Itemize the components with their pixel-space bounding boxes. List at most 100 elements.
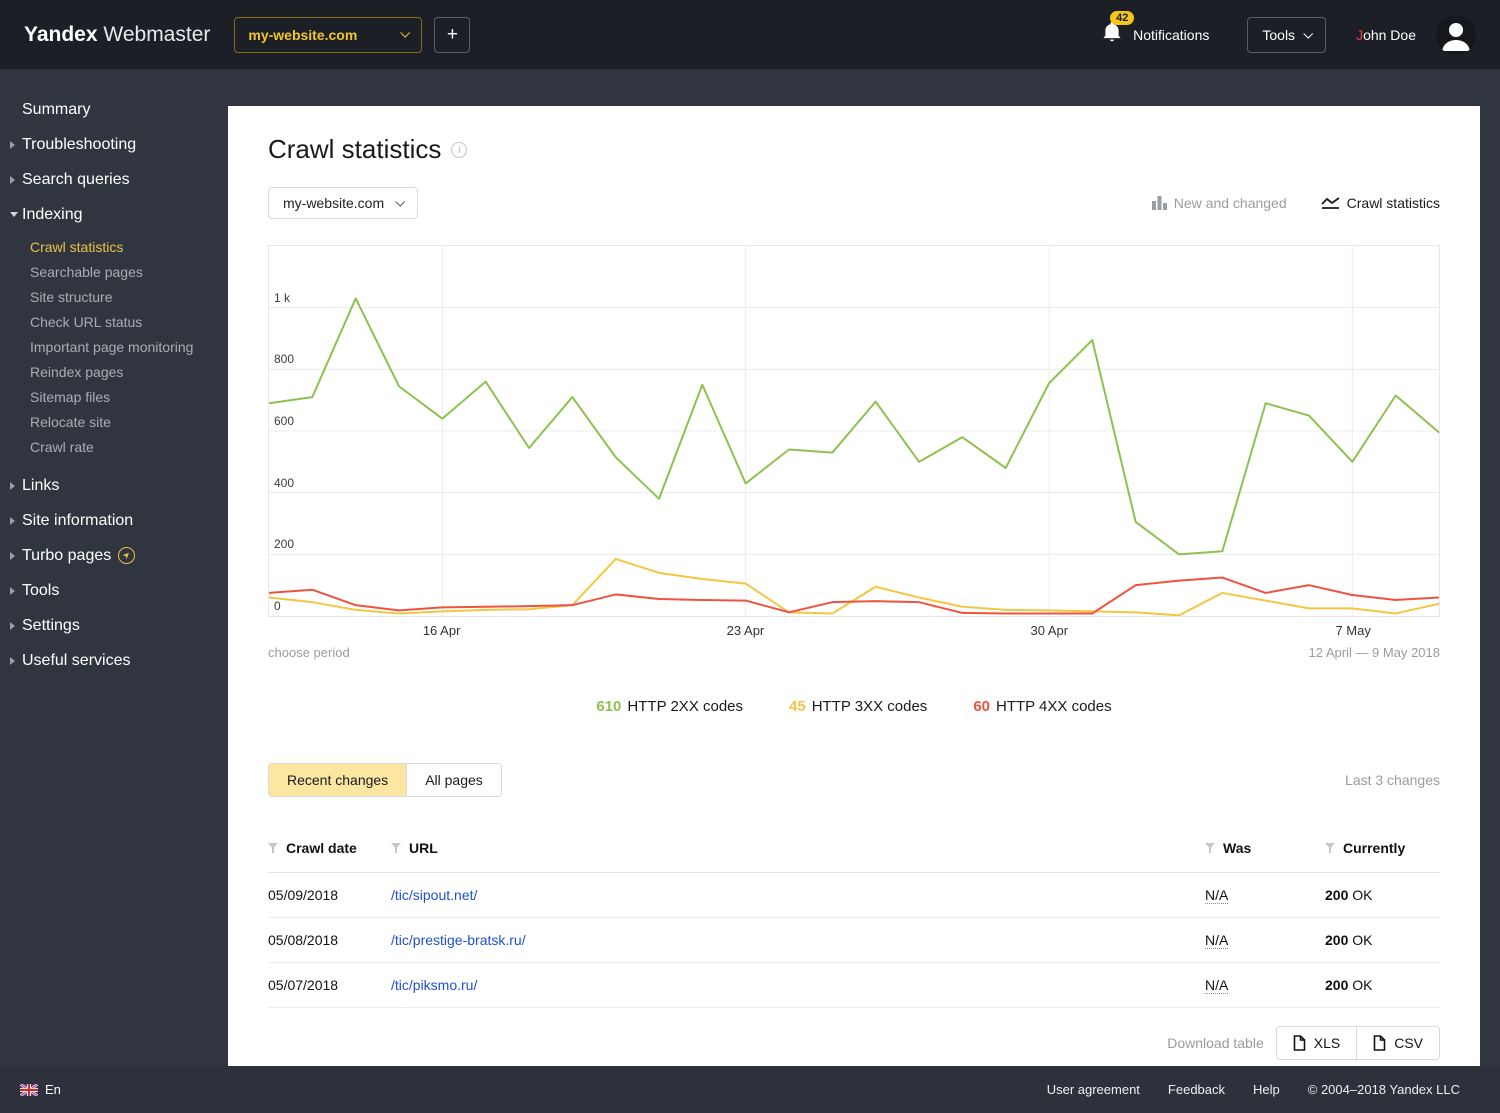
sidebar-item-site-structure[interactable]: Site structure — [0, 285, 228, 310]
filter-icon[interactable] — [391, 840, 401, 856]
download-csv-button[interactable]: CSV — [1356, 1027, 1439, 1059]
cell-status-text: OK — [1352, 932, 1373, 948]
sidebar-item-site-information[interactable]: Site information — [0, 503, 228, 538]
table-header-row: Crawl date URL Was Currently — [268, 823, 1440, 873]
cell-crawl-date: 05/09/2018 — [268, 887, 339, 903]
sidebar-item-settings[interactable]: Settings — [0, 608, 228, 643]
collapsed-arrow-icon — [10, 140, 15, 149]
collapsed-arrow-icon — [10, 656, 15, 665]
sidebar-item-important-page-monitoring[interactable]: Important page monitoring — [0, 335, 228, 360]
x-axis-tick-label: 23 Apr — [726, 623, 765, 638]
cell-url-link[interactable]: /tic/prestige-bratsk.ru/ — [391, 932, 526, 948]
language-switcher[interactable]: En — [20, 1082, 61, 1097]
chevron-down-icon — [400, 27, 411, 38]
sidebar-item-search-queries[interactable]: Search queries — [0, 162, 228, 197]
avatar[interactable] — [1436, 14, 1476, 55]
sidebar-item-check-url-status[interactable]: Check URL status — [0, 310, 228, 335]
main-content-card: Crawl statistics i my-website.com New an… — [228, 106, 1480, 1066]
toggle-new-and-changed[interactable]: New and changed — [1151, 195, 1287, 211]
header-crawl-date: Crawl date — [286, 839, 357, 856]
tools-button-label: Tools — [1262, 26, 1296, 43]
expanded-arrow-icon — [10, 212, 18, 217]
info-icon[interactable]: i — [451, 141, 468, 158]
footer-link-user-agreement[interactable]: User agreement — [1047, 1082, 1140, 1097]
uk-flag-icon — [20, 1083, 38, 1096]
cell-was-value[interactable]: N/A — [1205, 932, 1229, 949]
chevron-down-icon — [1303, 28, 1314, 39]
user-name[interactable]: John Doe — [1356, 27, 1416, 43]
header-currently: Currently — [1343, 839, 1406, 856]
cell-url-link[interactable]: /tic/piksmo.ru/ — [391, 977, 477, 993]
sidebar-item-relocate-site[interactable]: Relocate site — [0, 410, 228, 435]
cell-crawl-date: 05/07/2018 — [268, 977, 339, 993]
sidebar-item-tools[interactable]: Tools — [0, 573, 228, 608]
cell-was-value[interactable]: N/A — [1205, 977, 1229, 994]
cell-status-code: 200 — [1325, 887, 1349, 903]
table-row: 05/09/2018 /tic/sipout.net/ N/A 200 OK — [268, 873, 1440, 918]
sidebar-item-searchable-pages[interactable]: Searchable pages — [0, 260, 228, 285]
notifications-count-badge: 42 — [1110, 11, 1135, 25]
notifications-bell[interactable]: 42 — [1101, 11, 1135, 49]
notifications-label[interactable]: Notifications — [1133, 27, 1209, 43]
footer-link-help[interactable]: Help — [1253, 1082, 1280, 1097]
collapsed-arrow-icon — [10, 516, 15, 525]
footer: En User agreement Feedback Help © 2004–2… — [0, 1066, 1500, 1113]
add-site-button[interactable]: + — [434, 16, 471, 53]
sidebar-item-crawl-rate[interactable]: Crawl rate — [0, 435, 228, 460]
period-range: 12 April — 9 May 2018 — [1308, 645, 1440, 660]
filter-icon[interactable] — [1205, 840, 1215, 856]
filter-icon[interactable] — [1325, 840, 1335, 856]
topbar-site-selector[interactable]: my-website.com — [234, 16, 423, 53]
filter-icon[interactable] — [268, 840, 278, 856]
sidebar-item-crawl-statistics[interactable]: Crawl statistics — [0, 235, 228, 260]
content-site-selector[interactable]: my-website.com — [268, 187, 419, 219]
tab-all-pages[interactable]: All pages — [406, 764, 501, 796]
collapsed-arrow-icon — [10, 621, 15, 630]
y-axis-tick-label: 0 — [274, 599, 281, 613]
y-axis-tick-label: 200 — [274, 537, 295, 552]
y-axis-tick-label: 800 — [274, 352, 295, 367]
cell-was-value[interactable]: N/A — [1205, 887, 1229, 904]
sidebar-item-summary[interactable]: Summary — [0, 92, 228, 127]
sidebar-item-troubleshooting[interactable]: Troubleshooting — [0, 127, 228, 162]
person-icon — [1436, 14, 1476, 55]
chart-plot-area[interactable]: 1 k 800 600 400 200 0 — [268, 245, 1440, 617]
tools-button[interactable]: Tools — [1247, 16, 1327, 53]
legend-item-3xx: 45 HTTP 3XX codes — [789, 698, 928, 715]
collapsed-arrow-icon — [10, 586, 15, 595]
x-axis-tick-label: 30 Apr — [1030, 623, 1069, 638]
sidebar-indexing-children: Crawl statistics Searchable pages Site s… — [0, 232, 228, 468]
plus-icon: + — [446, 23, 458, 45]
sidebar-item-links[interactable]: Links — [0, 468, 228, 503]
page-title: Crawl statistics — [268, 134, 442, 164]
sidebar-item-reindex-pages[interactable]: Reindex pages — [0, 360, 228, 385]
cell-url-link[interactable]: /tic/sipout.net/ — [391, 887, 477, 903]
chart-legend: 610 HTTP 2XX codes 45 HTTP 3XX codes 60 HTT… — [268, 698, 1440, 715]
tab-recent-changes[interactable]: Recent changes — [269, 764, 407, 796]
collapsed-arrow-icon — [10, 551, 15, 560]
footer-link-feedback[interactable]: Feedback — [1168, 1082, 1225, 1097]
table-row: 05/07/2018 /tic/piksmo.ru/ N/A 200 OK — [268, 963, 1440, 1008]
sidebar-item-indexing[interactable]: Indexing — [0, 197, 228, 232]
file-icon — [1373, 1035, 1386, 1051]
line-chart-icon — [1321, 197, 1340, 209]
toggle-crawl-statistics[interactable]: Crawl statistics — [1321, 195, 1440, 211]
collapsed-arrow-icon — [10, 175, 15, 184]
legend-value-3xx: 45 — [789, 698, 806, 715]
logo-yandex: Yandex — [24, 22, 98, 46]
content-site-selector-value: my-website.com — [283, 195, 385, 211]
sidebar-item-turbo-pages[interactable]: Turbo pages ➤ — [0, 538, 228, 573]
legend-value-4xx: 60 — [973, 698, 990, 715]
sidebar-item-sitemap-files[interactable]: Sitemap files — [0, 385, 228, 410]
download-xls-button[interactable]: XLS — [1276, 1027, 1357, 1059]
table-row: 05/08/2018 /tic/prestige-bratsk.ru/ N/A … — [268, 918, 1440, 963]
sidebar-item-useful-services[interactable]: Useful services — [0, 643, 228, 678]
topbar: Yandex Webmaster my-website.com + 42 Not… — [0, 0, 1500, 70]
footer-copyright: © 2004–2018 Yandex LLC — [1307, 1082, 1460, 1097]
cell-status-text: OK — [1352, 887, 1373, 903]
bar-chart-icon — [1151, 196, 1167, 210]
choose-period-link[interactable]: choose period — [268, 645, 350, 660]
legend-item-4xx: 60 HTTP 4XX codes — [973, 698, 1112, 715]
rocket-icon: ➤ — [118, 547, 136, 564]
yandex-webmaster-logo[interactable]: Yandex Webmaster — [24, 23, 210, 47]
